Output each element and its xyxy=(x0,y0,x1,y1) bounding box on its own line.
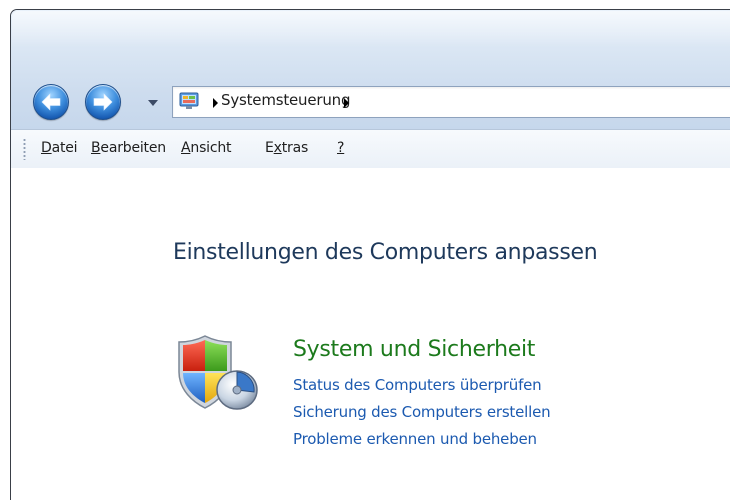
menu-file-accel: D xyxy=(41,140,52,156)
page-title: Einstellungen des Computers anpassen xyxy=(173,240,598,265)
menu-help[interactable]: ? xyxy=(337,140,344,156)
content-pane: Einstellungen des Computers anpassen Sys… xyxy=(11,168,730,500)
menu-edit-accel: B xyxy=(91,140,101,156)
toolbar-grip-icon[interactable] xyxy=(23,138,26,160)
forward-button[interactable] xyxy=(85,84,121,120)
menu-edit-rest: earbeiten xyxy=(100,140,166,156)
menu-view[interactable]: Ansicht xyxy=(181,140,232,156)
menu-bar: Datei Bearbeiten Ansicht Extras ? xyxy=(11,129,730,169)
arrow-left-icon xyxy=(41,93,61,111)
menu-view-rest: nsicht xyxy=(190,140,232,156)
link-check-computer-status[interactable]: Status des Computers überprüfen xyxy=(293,376,542,394)
category-title-system-security[interactable]: System und Sicherheit xyxy=(293,337,535,362)
address-bar[interactable]: Systemsteuerung xyxy=(172,86,730,118)
back-button[interactable] xyxy=(33,84,69,120)
breadcrumb-separator-icon[interactable] xyxy=(344,98,349,108)
menu-tools-prefix: E xyxy=(265,140,274,156)
menu-help-accel: ? xyxy=(337,140,345,156)
menu-file[interactable]: Datei xyxy=(41,140,78,156)
menu-tools-accel: x xyxy=(273,140,282,156)
title-bar-highlight xyxy=(12,11,730,47)
menu-view-accel: A xyxy=(181,140,191,156)
menu-tools-rest: tras xyxy=(281,140,309,156)
shield-security-icon[interactable] xyxy=(173,332,261,412)
link-troubleshoot-problems[interactable]: Probleme erkennen und beheben xyxy=(293,430,537,448)
menu-file-rest: atei xyxy=(51,140,78,156)
title-bar: Systemsteuerung xyxy=(11,10,730,129)
menu-edit[interactable]: Bearbeiten xyxy=(91,140,166,156)
arrow-right-icon xyxy=(93,93,113,111)
link-create-backup[interactable]: Sicherung des Computers erstellen xyxy=(293,403,551,421)
explorer-window: Systemsteuerung Datei Bearbeiten Ansicht… xyxy=(10,9,730,500)
breadcrumb-control-panel[interactable]: Systemsteuerung xyxy=(221,91,351,109)
recent-pages-dropdown-icon[interactable] xyxy=(148,100,158,106)
control-panel-icon xyxy=(179,92,199,109)
menu-tools[interactable]: Extras xyxy=(265,140,308,156)
breadcrumb-separator-icon[interactable] xyxy=(213,98,218,108)
